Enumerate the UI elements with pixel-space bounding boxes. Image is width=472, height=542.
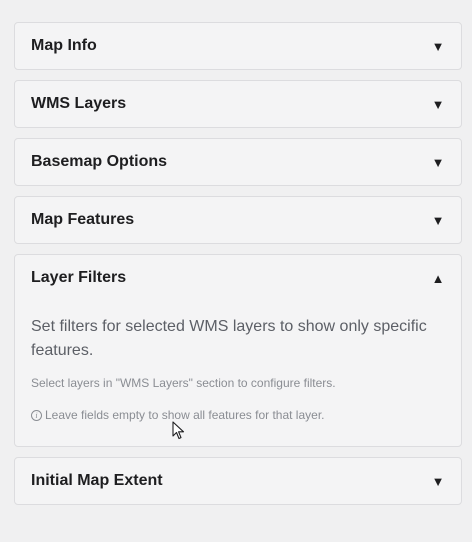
- section-title: Layer Filters: [31, 269, 127, 286]
- section-initial-map-extent: Initial Map Extent ▼: [14, 457, 462, 505]
- mouse-pointer-icon: [172, 421, 185, 440]
- chevron-down-icon: ▼: [431, 154, 445, 170]
- section-title: Basemap Options: [31, 153, 168, 170]
- section-title: Map Features: [31, 211, 135, 228]
- section-layer-filters: Layer Filters ▲ Set filters for selected…: [14, 254, 462, 447]
- map-features-header[interactable]: Map Features ▼: [15, 197, 461, 243]
- layer-filters-body: Set filters for selected WMS layers to s…: [15, 301, 461, 446]
- section-wms-layers: WMS Layers ▼: [14, 80, 462, 128]
- layer-filters-description: Set filters for selected WMS layers to s…: [31, 318, 427, 359]
- chevron-up-icon: ▲: [431, 270, 445, 286]
- chevron-down-icon: ▼: [431, 38, 445, 54]
- chevron-down-icon: ▼: [431, 96, 445, 112]
- section-basemap-options: Basemap Options ▼: [14, 138, 462, 186]
- layer-filters-note-text: Leave fields empty to show all features …: [45, 408, 325, 422]
- layer-filters-header[interactable]: Layer Filters ▲: [15, 255, 461, 301]
- basemap-options-header[interactable]: Basemap Options ▼: [15, 139, 461, 185]
- section-title: WMS Layers: [31, 95, 127, 112]
- settings-panel: Map Info ▼ WMS Layers ▼ Basemap Options …: [14, 22, 462, 515]
- map-info-header[interactable]: Map Info ▼: [15, 23, 461, 69]
- chevron-down-icon: ▼: [431, 212, 445, 228]
- info-icon: i: [31, 409, 42, 421]
- wms-layers-header[interactable]: WMS Layers ▼: [15, 81, 461, 127]
- chevron-down-icon: ▼: [431, 473, 445, 489]
- layer-filters-hint: Select layers in "WMS Layers" section to…: [31, 376, 336, 390]
- section-map-features: Map Features ▼: [14, 196, 462, 244]
- layer-filters-note: i Leave fields empty to show all feature…: [31, 408, 445, 422]
- initial-map-extent-header[interactable]: Initial Map Extent ▼: [15, 458, 461, 504]
- section-map-info: Map Info ▼: [14, 22, 462, 70]
- section-title: Initial Map Extent: [31, 472, 163, 489]
- section-title: Map Info: [31, 37, 97, 54]
